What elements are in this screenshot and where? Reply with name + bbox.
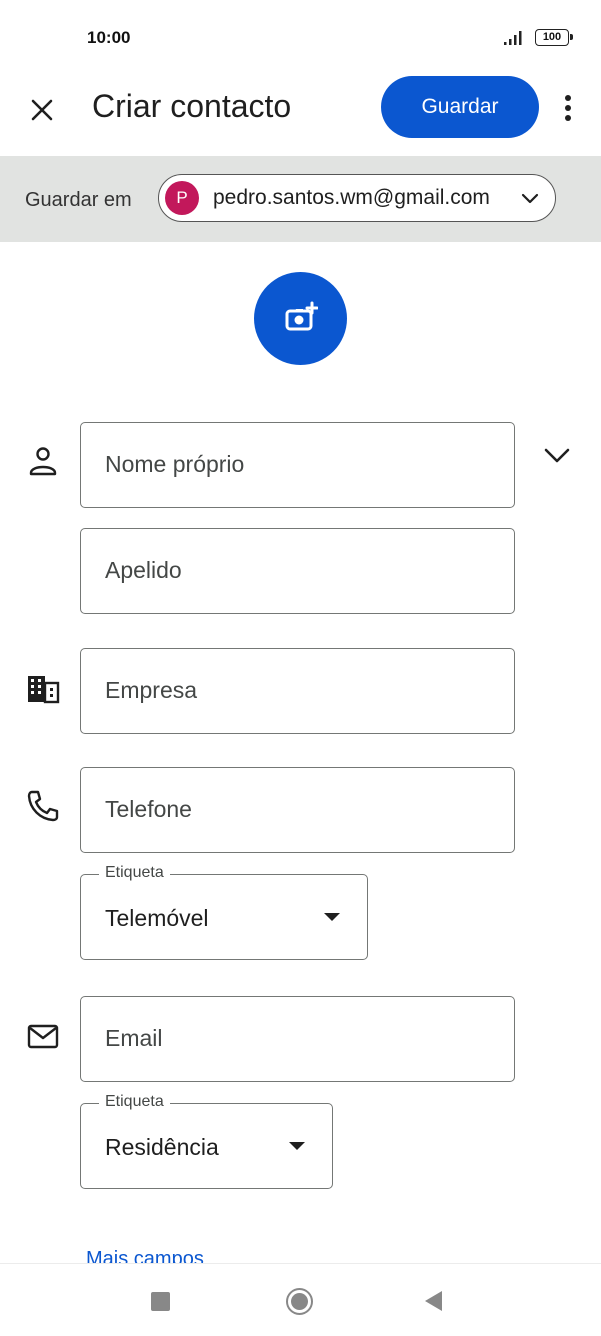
page-title: Criar contacto xyxy=(92,88,292,124)
mail-icon xyxy=(27,1024,59,1049)
status-time: 10:00 xyxy=(87,28,131,47)
email-label-dropdown[interactable]: Etiqueta Residência xyxy=(80,1093,333,1189)
battery-icon: 100 xyxy=(535,29,573,46)
signal-icon xyxy=(504,31,522,45)
dropdown-arrow-icon xyxy=(324,913,340,921)
last-name-field[interactable]: Apelido xyxy=(80,528,515,614)
phone-label-value: Telemóvel xyxy=(105,905,209,931)
recents-button[interactable] xyxy=(151,1292,170,1311)
more-vert-icon[interactable] xyxy=(556,92,580,124)
phone-icon xyxy=(27,790,59,822)
home-button[interactable] xyxy=(286,1288,313,1315)
email-placeholder: Email xyxy=(105,1025,163,1051)
person-icon xyxy=(29,447,57,476)
status-bar: 10:00 100 xyxy=(0,0,601,76)
dropdown-arrow-icon xyxy=(289,1142,305,1150)
last-name-placeholder: Apelido xyxy=(105,557,182,583)
chevron-down-icon xyxy=(521,193,539,204)
back-button[interactable] xyxy=(425,1291,442,1311)
more-fields-link[interactable]: Mais campos xyxy=(86,1248,204,1263)
battery-level: 100 xyxy=(542,31,562,43)
first-name-field[interactable]: Nome próprio xyxy=(80,422,515,508)
close-icon[interactable] xyxy=(28,96,56,124)
email-label-title: Etiqueta xyxy=(99,1093,170,1111)
phone-label-dropdown[interactable]: Etiqueta Telemóvel xyxy=(80,864,368,960)
business-icon xyxy=(28,676,60,704)
phone-label-title: Etiqueta xyxy=(99,864,170,882)
email-label-value: Residência xyxy=(105,1134,219,1160)
company-field[interactable]: Empresa xyxy=(80,648,515,734)
save-to-label: Guardar em xyxy=(25,189,132,211)
add-photo-icon xyxy=(285,301,318,331)
phone-field[interactable]: Telefone xyxy=(80,767,515,853)
system-nav-bar xyxy=(0,1263,601,1336)
save-button[interactable]: Guardar xyxy=(381,76,539,138)
add-photo-button[interactable] xyxy=(254,272,347,365)
first-name-placeholder: Nome próprio xyxy=(105,451,245,477)
account-email: pedro.santos.wm@gmail.com xyxy=(213,186,490,209)
save-to-bar: Guardar em P pedro.santos.wm@gmail.com xyxy=(0,156,601,242)
account-selector[interactable]: P pedro.santos.wm@gmail.com xyxy=(158,174,556,222)
email-field[interactable]: Email xyxy=(80,996,515,1082)
avatar: P xyxy=(165,181,199,215)
expand-name-fields-icon[interactable] xyxy=(541,440,573,472)
app-bar: Criar contacto Guardar xyxy=(0,76,601,140)
company-placeholder: Empresa xyxy=(105,677,198,703)
phone-placeholder: Telefone xyxy=(105,796,192,822)
